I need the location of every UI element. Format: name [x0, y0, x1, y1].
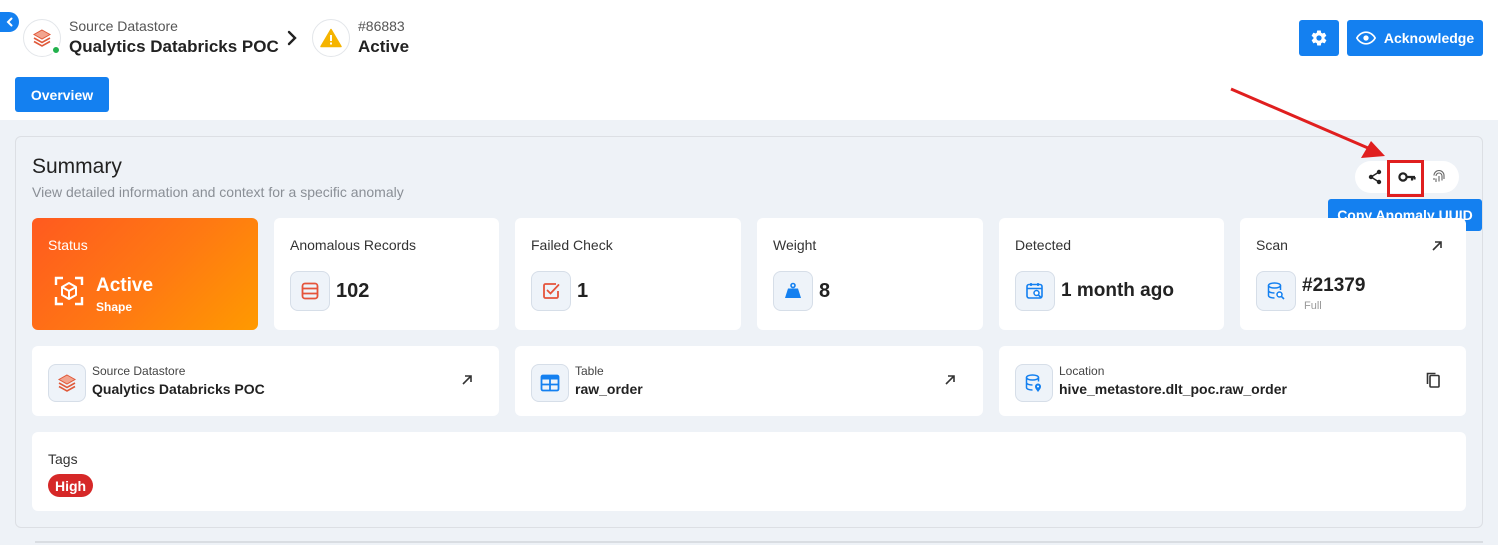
- scan-card[interactable]: Scan #21379 Full: [1240, 218, 1466, 330]
- chevron-left-icon: [6, 17, 12, 27]
- arrow-up-right-icon: [945, 375, 955, 385]
- scan-label: Scan: [1256, 237, 1288, 253]
- calendar-search-icon: [1026, 283, 1043, 299]
- anomaly-status: Active: [358, 37, 410, 56]
- source-datastore-label: Source Datastore: [92, 364, 186, 378]
- table-card[interactable]: Table raw_order: [515, 346, 983, 416]
- table-icon-box: [531, 364, 569, 402]
- failed-check-value: 1: [577, 280, 589, 302]
- online-status-dot: [51, 44, 61, 55]
- copy-location-button[interactable]: [1423, 370, 1443, 390]
- source-datastore-card[interactable]: Source Datastore Qualytics Databricks PO…: [32, 346, 499, 416]
- scan-value: #21379: [1302, 275, 1366, 296]
- check-square-icon: [543, 283, 560, 299]
- summary-subtitle: View detailed information and context fo…: [32, 184, 404, 200]
- location-value: hive_metastore.dlt_poc.raw_order: [1059, 381, 1287, 397]
- open-scan-icon[interactable]: [1430, 239, 1444, 253]
- database-search-icon: [1267, 282, 1285, 300]
- calendar-icon-box: [1015, 271, 1055, 311]
- anomaly-avatar: [312, 18, 350, 57]
- check-icon-box: [531, 271, 571, 311]
- chevron-right-icon: [287, 30, 297, 46]
- database-location-icon: [1025, 374, 1041, 392]
- tab-overview[interactable]: Overview: [15, 77, 109, 112]
- databricks-logo-icon: [57, 374, 77, 392]
- copy-icon: [1426, 372, 1440, 388]
- breadcrumb-kicker: Source Datastore: [69, 18, 178, 34]
- source-datastore-value: Qualytics Databricks POC: [92, 381, 265, 397]
- share-icon: [1368, 169, 1382, 185]
- anomalous-records-label: Anomalous Records: [290, 237, 417, 253]
- datastore-name: Qualytics Databricks POC: [69, 37, 279, 56]
- tab-overview-label: Overview: [30, 86, 94, 103]
- eye-icon: [1355, 31, 1376, 45]
- anomalous-records-value: 102: [336, 280, 370, 302]
- open-table-button[interactable]: [940, 370, 960, 390]
- detected-card: Detected 1 month ago: [999, 218, 1224, 330]
- status-value: Active: [96, 275, 154, 296]
- tags-card: Tags High: [32, 432, 1466, 511]
- fingerprint-button[interactable]: [1425, 163, 1453, 191]
- status-card: Status Active Shape: [32, 218, 258, 330]
- gear-icon: [1311, 30, 1327, 46]
- anomalous-records-card: Anomalous Records 102: [274, 218, 499, 330]
- failed-check-label: Failed Check: [531, 237, 613, 253]
- table-label: Table: [575, 364, 604, 378]
- shape-scan-icon: [54, 276, 84, 306]
- tag-high[interactable]: High: [48, 474, 94, 497]
- warning-icon: [320, 28, 342, 47]
- weight-icon: [785, 282, 801, 298]
- summary-title: Summary: [32, 155, 122, 178]
- arrow-up-right-icon: [462, 375, 472, 385]
- weight-icon-box: [773, 271, 813, 311]
- status-sub: Shape: [96, 300, 133, 314]
- detected-value: 1 month ago: [1061, 280, 1174, 301]
- table-value: raw_order: [575, 381, 643, 397]
- weight-label: Weight: [773, 237, 817, 253]
- records-icon: [301, 282, 319, 300]
- scan-sub: Full: [1304, 300, 1322, 312]
- source-datastore-icon-box: [48, 364, 86, 402]
- anomaly-id: #86883: [358, 18, 405, 34]
- location-card: Location hive_metastore.dlt_poc.raw_orde…: [999, 346, 1466, 416]
- open-datastore-button[interactable]: [457, 370, 477, 390]
- acknowledge-button[interactable]: Acknowledge: [1347, 20, 1483, 56]
- table-icon: [540, 374, 560, 392]
- status-label: Status: [48, 237, 88, 253]
- detected-label: Detected: [1015, 237, 1072, 253]
- records-icon-box: [290, 271, 330, 311]
- settings-button[interactable]: [1299, 20, 1339, 56]
- location-label: Location: [1059, 364, 1105, 378]
- breadcrumb-anomaly[interactable]: #86883 Active: [312, 18, 409, 57]
- share-button[interactable]: [1361, 163, 1389, 191]
- uuid-highlight-box: [1387, 160, 1424, 197]
- fingerprint-icon: [1433, 170, 1445, 182]
- collapse-sidebar-button[interactable]: [0, 12, 19, 32]
- datastore-avatar: [23, 18, 61, 57]
- failed-check-card: Failed Check 1: [515, 218, 741, 330]
- next-section-divider: [35, 541, 1483, 545]
- weight-card: Weight 8: [757, 218, 983, 330]
- scan-icon-box: [1256, 271, 1296, 311]
- tags-label: Tags: [48, 451, 78, 467]
- acknowledge-label: Acknowledge: [1383, 30, 1475, 46]
- databricks-logo-icon: [32, 28, 52, 47]
- breadcrumb-datastore[interactable]: Source Datastore Qualytics Databricks PO…: [23, 18, 279, 57]
- location-icon-box: [1015, 364, 1053, 402]
- weight-value: 8: [819, 280, 831, 302]
